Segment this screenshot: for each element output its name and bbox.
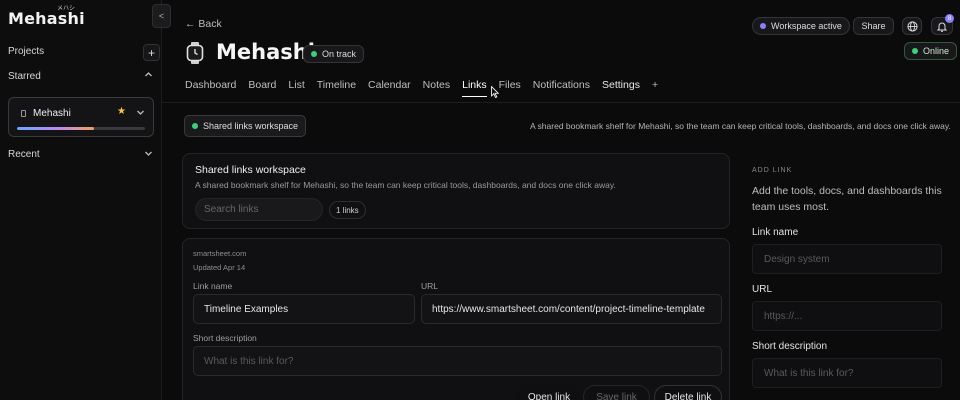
search-input[interactable]: Search links [195, 198, 323, 221]
new-link-url-input[interactable]: https://... [752, 301, 942, 331]
delete-link-button[interactable]: Delete link [654, 385, 722, 400]
collapse-sidebar-button[interactable]: < [152, 4, 171, 28]
chevron-down-icon[interactable] [144, 149, 153, 160]
page-title: Mehashi [216, 40, 315, 64]
card-title: Shared links workspace [195, 164, 306, 176]
workspace-chip: Shared links workspace [184, 115, 307, 137]
add-link-heading: ADD LINK [752, 167, 793, 174]
logo-kana: メハシ [57, 6, 76, 12]
add-link-panel: ADD LINK Add the tools, docs, and dashbo… [740, 153, 960, 400]
new-link-name-input[interactable]: Design system [752, 244, 942, 274]
tab-notes[interactable]: Notes [423, 79, 450, 97]
link-name-field[interactable]: Timeline Examples [193, 294, 415, 324]
link-domain: smartsheet.com [193, 249, 247, 258]
starred-heading[interactable]: Starred [8, 71, 41, 82]
tab-board[interactable]: Board [248, 79, 276, 97]
link-name-label: Link name [193, 281, 233, 291]
online-dot-icon [912, 48, 918, 54]
links-summary-card: Shared links workspace A shared bookmark… [182, 153, 730, 229]
new-link-description-label: Short description [752, 341, 828, 352]
link-updated: Updated Apr 14 [193, 263, 246, 272]
url-field[interactable]: https://www.smartsheet.com/content/proje… [421, 294, 722, 324]
notification-count-badge: 8 [945, 14, 954, 23]
workspace-dot-icon [760, 23, 766, 29]
globe-icon[interactable] [902, 17, 922, 35]
tab-divider [162, 102, 960, 103]
url-label: URL [421, 281, 439, 291]
star-icon[interactable]: ★ [117, 106, 126, 117]
status-badge: On track [303, 45, 365, 63]
open-link-button[interactable]: Open link [516, 385, 582, 400]
back-link[interactable]: ← Back [185, 18, 222, 30]
starred-project-card[interactable]: Mehashi ★ [8, 97, 154, 137]
online-status-label: Online [923, 46, 950, 56]
status-dot-icon [311, 51, 317, 57]
tab-settings[interactable]: Settings [602, 79, 640, 97]
new-link-url-label: URL [752, 284, 773, 295]
status-badge-label: On track [322, 49, 357, 59]
link-count-badge: 1 links [329, 201, 366, 219]
card-description: A shared bookmark shelf for Mehashi, so … [195, 180, 616, 190]
projects-heading: Projects [8, 46, 45, 57]
project-progress-bar [17, 127, 145, 130]
project-progress-fill [17, 127, 94, 130]
project-icon [21, 110, 26, 117]
new-link-description-input[interactable]: What is this link for? [752, 358, 942, 388]
add-tab-button[interactable]: + [652, 79, 658, 97]
share-button[interactable]: Share [853, 17, 894, 35]
workspace-status-badge: Workspace active [752, 17, 850, 35]
workspace-chip-label: Shared links workspace [203, 121, 299, 131]
online-status-badge: Online [904, 42, 958, 60]
tab-timeline[interactable]: Timeline [317, 79, 356, 97]
tab-notifications[interactable]: Notifications [533, 79, 590, 97]
chevron-up-icon[interactable] [144, 70, 153, 81]
short-description-field[interactable]: What is this link for? [193, 346, 722, 376]
new-link-name-label: Link name [752, 227, 799, 238]
mouse-cursor-icon [491, 85, 500, 99]
tab-bar: Dashboard Board List Timeline Calendar N… [185, 79, 670, 97]
tab-dashboard[interactable]: Dashboard [185, 79, 236, 97]
save-link-button[interactable]: Save link [583, 385, 650, 400]
tab-list[interactable]: List [288, 79, 304, 97]
workspace-status-label: Workspace active [771, 21, 842, 31]
starred-project-name: Mehashi [33, 108, 71, 119]
chevron-down-icon[interactable] [136, 108, 145, 120]
chip-dot-icon [192, 123, 198, 129]
add-project-button[interactable]: + [143, 44, 160, 61]
tab-files[interactable]: Files [499, 79, 521, 97]
link-item-card: smartsheet.com Updated Apr 14 Link name … [182, 238, 730, 400]
short-description-label: Short description [193, 333, 257, 343]
watch-icon [186, 42, 204, 64]
recent-heading[interactable]: Recent [8, 149, 40, 160]
tab-links[interactable]: Links [462, 79, 487, 97]
add-link-intro: Add the tools, docs, and dashboards this… [752, 185, 942, 213]
tab-calendar[interactable]: Calendar [368, 79, 411, 97]
sidebar: Mehashi メハシ Projects + Starred Mehashi ★… [0, 0, 162, 400]
page-description: A shared bookmark shelf for Mehashi, so … [530, 121, 951, 131]
